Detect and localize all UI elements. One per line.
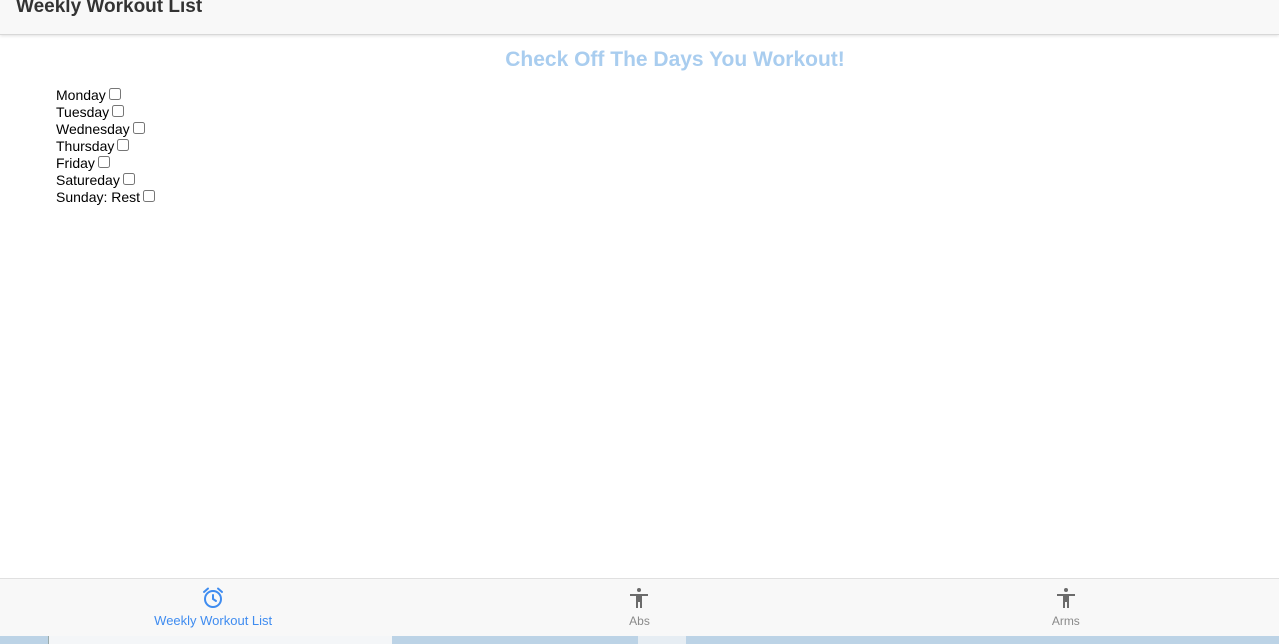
app-window: Weekly Workout List Check Off The Days Y… bbox=[0, 0, 1279, 644]
day-checkbox-thursday[interactable] bbox=[117, 138, 130, 151]
day-label: Sunday: Rest bbox=[56, 189, 141, 205]
tab-arms[interactable]: Arms bbox=[853, 579, 1279, 636]
day-label: Thursday bbox=[56, 138, 115, 154]
day-label: Wednesday bbox=[56, 121, 130, 137]
tab-weekly-workout-list[interactable]: Weekly Workout List bbox=[0, 579, 426, 636]
header-title: Weekly Workout List bbox=[16, 0, 203, 17]
day-label: Tuesday bbox=[56, 104, 110, 120]
main-content: Check Off The Days You Workout! Monday T… bbox=[0, 36, 1279, 578]
day-checkbox-wednesday[interactable] bbox=[132, 121, 145, 134]
person-icon bbox=[1056, 588, 1075, 608]
day-label: Satureday bbox=[56, 172, 120, 188]
taskbar-segment bbox=[638, 636, 686, 644]
day-checkbox-friday[interactable] bbox=[97, 155, 110, 168]
page-heading: Check Off The Days You Workout! bbox=[505, 48, 845, 71]
tab-label: Weekly Workout List bbox=[154, 613, 273, 628]
tab-label: Abs bbox=[629, 614, 650, 628]
day-label: Friday bbox=[56, 155, 95, 171]
os-taskbar-strip bbox=[0, 636, 1279, 644]
day-checkbox-saturday[interactable] bbox=[122, 172, 135, 185]
day-row-monday: Monday bbox=[56, 87, 155, 104]
app-header: Weekly Workout List bbox=[0, 0, 1279, 35]
taskbar-segment bbox=[48, 636, 392, 644]
day-row-friday: Friday bbox=[56, 155, 155, 172]
alarm-clock-icon bbox=[203, 587, 224, 608]
day-row-saturday: Satureday bbox=[56, 172, 155, 189]
tab-abs[interactable]: Abs bbox=[426, 579, 852, 636]
day-checkbox-monday[interactable] bbox=[108, 87, 121, 100]
person-icon bbox=[630, 588, 649, 608]
day-row-sunday: Sunday: Rest bbox=[56, 189, 156, 206]
day-row-tuesday: Tuesday bbox=[56, 104, 155, 121]
day-checkbox-tuesday[interactable] bbox=[112, 104, 125, 117]
tab-label: Arms bbox=[1051, 614, 1080, 628]
bottom-tab-bar: Weekly Workout List Abs Arms bbox=[0, 578, 1279, 636]
day-row-wednesday: Wednesday bbox=[56, 121, 155, 138]
day-label: Monday bbox=[56, 87, 106, 103]
day-checklist: Monday Tuesday Wednesday Thursday Friday… bbox=[56, 87, 156, 206]
day-checkbox-sunday[interactable] bbox=[143, 189, 156, 202]
day-row-thursday: Thursday bbox=[56, 138, 155, 155]
